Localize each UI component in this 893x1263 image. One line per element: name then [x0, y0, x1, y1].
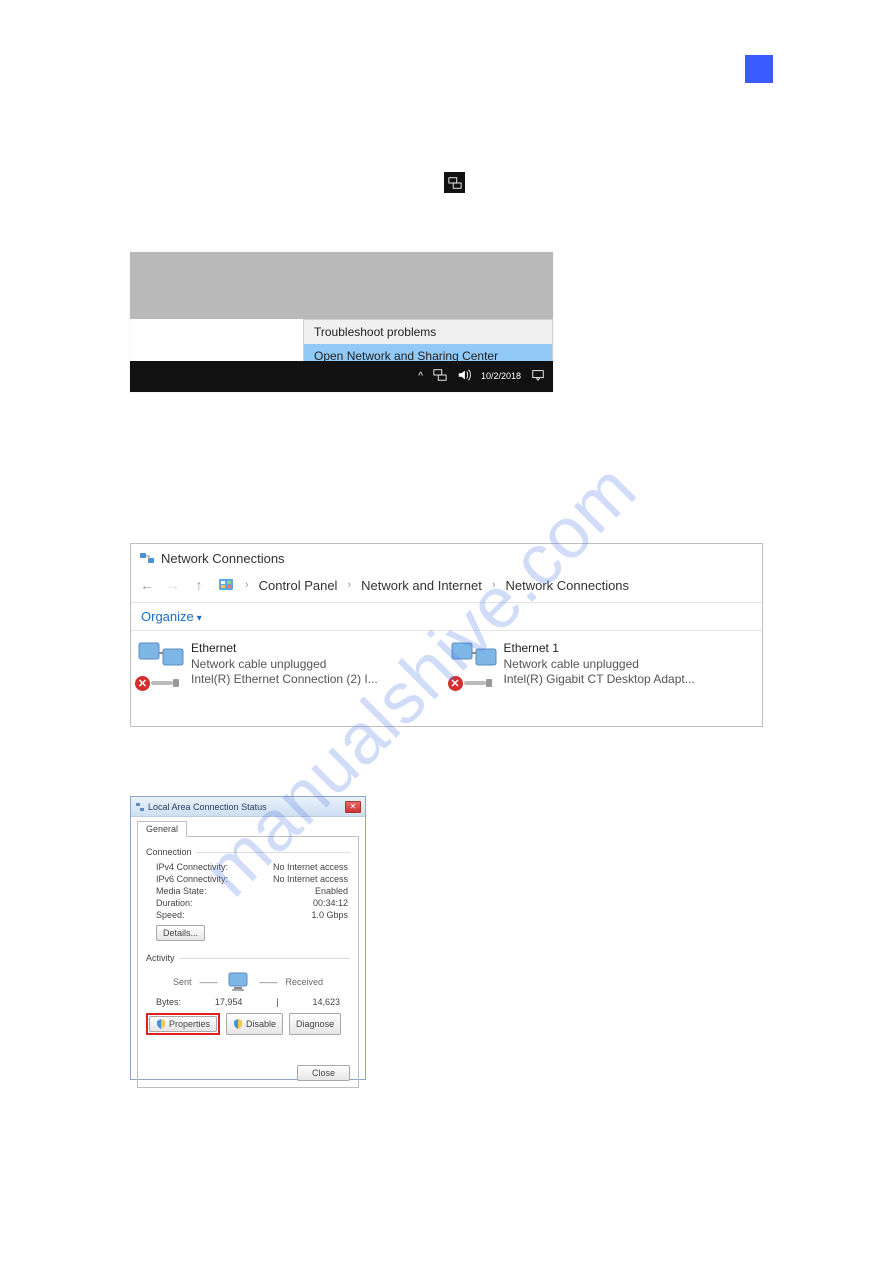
dialog-title-bar: Local Area Connection Status ✕ — [131, 797, 365, 817]
notification-icon[interactable] — [531, 368, 545, 385]
adapter-item[interactable]: ✕ Ethernet 1 Network cable unplugged Int… — [450, 641, 757, 689]
nav-back-icon[interactable]: ← — [139, 577, 155, 593]
tab-general[interactable]: General — [137, 821, 187, 837]
adapter-status: Network cable unplugged — [504, 657, 695, 673]
received-label: Received — [285, 977, 323, 987]
close-button[interactable]: ✕ — [345, 801, 361, 813]
adapter-status: Network cable unplugged — [191, 657, 378, 673]
properties-highlight: Properties — [146, 1013, 220, 1035]
taskbar-date: 10/2/2018 — [481, 372, 521, 382]
bytes-received-value: 14,623 — [312, 997, 340, 1007]
crumb-sep-icon: › — [245, 579, 249, 591]
duration-value: 00:34:12 — [313, 898, 348, 908]
unplugged-badge-icon: ✕ — [448, 676, 463, 691]
media-state-label: Media State: — [156, 886, 207, 896]
dialog-title: Local Area Connection Status — [148, 802, 267, 812]
ipv4-label: IPv4 Connectivity: — [156, 862, 228, 872]
taskbar-clock[interactable]: 10/2/2018 — [481, 372, 521, 382]
speed-label: Speed: — [156, 910, 185, 920]
tray-chevron-icon[interactable]: ^ — [418, 371, 423, 382]
shield-icon — [233, 1019, 243, 1029]
shield-icon — [156, 1019, 166, 1029]
connection-status-icon — [135, 802, 145, 812]
taskbar: ^ 10/2/2018 — [130, 361, 553, 392]
page-number-box — [745, 55, 773, 83]
adapter-icon: ✕ — [450, 641, 498, 689]
breadcrumb-bar: ← → ↑ › Control Panel › Network and Inte… — [131, 572, 762, 603]
network-connections-icon — [139, 550, 155, 566]
unplugged-badge-icon: ✕ — [135, 676, 150, 691]
systray-screenshot: Troubleshoot problems Open Network and S… — [130, 252, 553, 392]
chevron-down-icon: ▾ — [197, 613, 202, 624]
connection-legend: Connection — [146, 847, 196, 857]
adapter-name: Ethernet — [191, 641, 378, 657]
network-tray-icon-inline — [444, 172, 465, 193]
menu-item-troubleshoot[interactable]: Troubleshoot problems — [304, 320, 552, 344]
sent-label: Sent — [173, 977, 192, 987]
ipv6-value: No Internet access — [273, 874, 348, 884]
crumb-sep-icon: › — [347, 579, 351, 591]
volume-icon[interactable] — [457, 368, 471, 385]
network-connections-window: Network Connections ← → ↑ › Control Pane… — [130, 543, 763, 727]
breadcrumb-control-panel[interactable]: Control Panel — [259, 578, 338, 593]
window-title-bar: Network Connections — [131, 544, 762, 572]
desktop-background — [130, 252, 553, 319]
activity-monitor-icon — [225, 971, 251, 993]
control-panel-icon — [217, 576, 235, 594]
toolbar: Organize▾ — [131, 603, 762, 631]
adapter-list: ✕ Ethernet Network cable unplugged Intel… — [131, 631, 762, 699]
organize-button[interactable]: Organize▾ — [141, 609, 202, 624]
connection-group: Connection IPv4 Connectivity: No Internet… — [146, 847, 350, 941]
adapter-item[interactable]: ✕ Ethernet Network cable unplugged Intel… — [137, 641, 444, 689]
window-title: Network Connections — [161, 551, 285, 566]
media-state-value: Enabled — [315, 886, 348, 896]
breadcrumb-network-connections[interactable]: Network Connections — [505, 578, 629, 593]
nav-up-icon[interactable]: ↑ — [191, 577, 207, 593]
adapter-name: Ethernet 1 — [504, 641, 695, 657]
close-dialog-button[interactable]: Close — [297, 1065, 350, 1081]
disable-button[interactable]: Disable — [226, 1013, 283, 1035]
network-tray-icon[interactable] — [433, 368, 447, 385]
activity-group: Activity Sent —— —— Received Bytes: 17,9… — [146, 953, 350, 1035]
connection-status-dialog: Local Area Connection Status ✕ General C… — [130, 796, 366, 1080]
bytes-label: Bytes: — [156, 997, 181, 1007]
speed-value: 1.0 Gbps — [311, 910, 348, 920]
activity-legend: Activity — [146, 953, 179, 963]
duration-label: Duration: — [156, 898, 193, 908]
ipv4-value: No Internet access — [273, 862, 348, 872]
properties-button[interactable]: Properties — [149, 1016, 217, 1032]
dialog-panel: Connection IPv4 Connectivity: No Internet… — [137, 836, 359, 1088]
details-button[interactable]: Details... — [156, 925, 205, 941]
breadcrumb-network-internet[interactable]: Network and Internet — [361, 578, 482, 593]
adapter-device: Intel(R) Gigabit CT Desktop Adapt... — [504, 672, 695, 688]
ipv6-label: IPv6 Connectivity: — [156, 874, 228, 884]
adapter-icon: ✕ — [137, 641, 185, 689]
diagnose-button[interactable]: Diagnose — [289, 1013, 341, 1035]
crumb-sep-icon: › — [492, 579, 496, 591]
adapter-device: Intel(R) Ethernet Connection (2) I... — [191, 672, 378, 688]
bytes-sent-value: 17,954 — [215, 997, 243, 1007]
nav-forward-icon[interactable]: → — [165, 577, 181, 593]
